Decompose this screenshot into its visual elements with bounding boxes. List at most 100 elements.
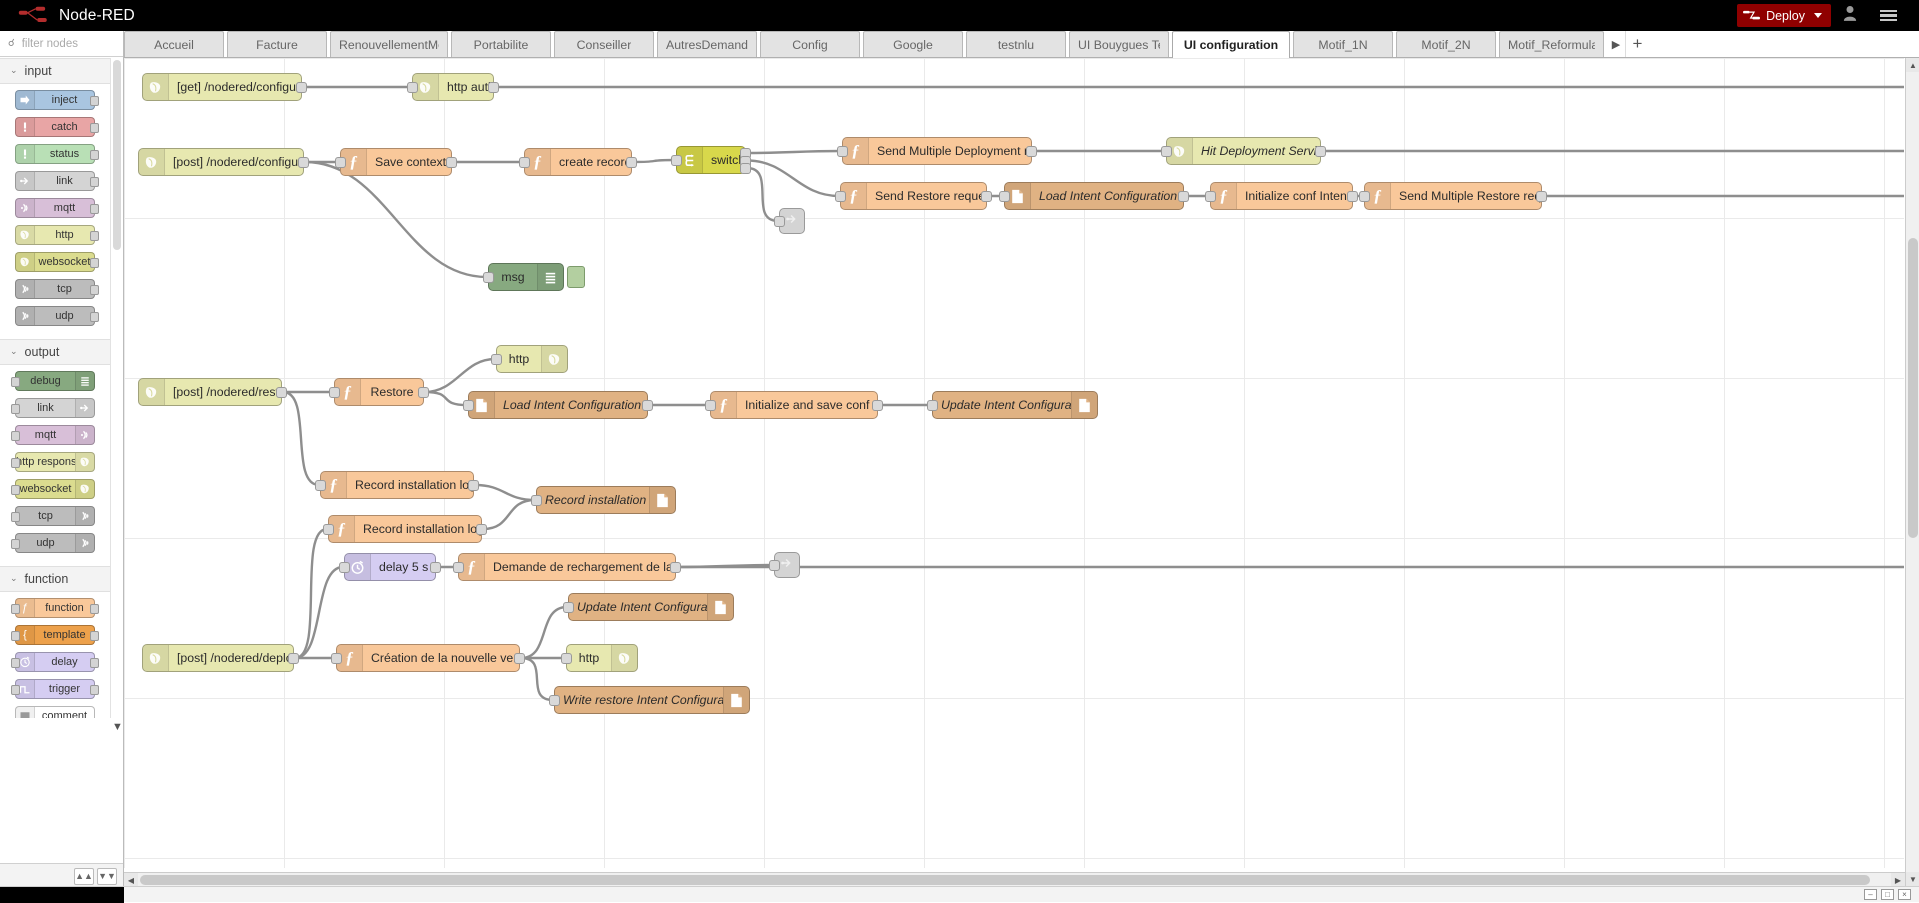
flow-node-input-port[interactable] [769, 560, 780, 571]
palette-node-udp[interactable]: udp [15, 306, 95, 326]
chevron-right-icon[interactable]: ▶ [1607, 31, 1625, 57]
flow-node-output-port[interactable] [296, 82, 307, 93]
flow-node-input-port[interactable] [531, 495, 542, 506]
collapse-all-icon[interactable]: ▲▲ [74, 868, 94, 885]
flow-node-n21[interactable]: ƒRecord installation logs [320, 471, 474, 499]
flow-tab-ui-configuration[interactable]: UI configuration [1172, 31, 1290, 58]
flow-node-n14[interactable]: msg [488, 263, 564, 291]
flow-node-n6[interactable]: switch [676, 146, 746, 174]
palette-node-delay[interactable]: delay [15, 652, 95, 672]
flow-node-input-port[interactable] [1205, 191, 1216, 202]
chevron-down-icon[interactable] [1814, 13, 1822, 18]
flow-node-output-port[interactable] [1315, 146, 1326, 157]
flow-link-node-ln1[interactable] [779, 208, 805, 234]
palette-scroll-area[interactable]: ⌄inputinjectcatchstatuslinkmqtthttpwebso… [0, 58, 110, 718]
flow-node-n28[interactable]: ƒCréation de la nouvelle version [336, 644, 520, 672]
flow-node-output-port[interactable] [430, 562, 441, 573]
flow-node-input-port[interactable] [549, 695, 560, 706]
flow-tab-config[interactable]: Config [760, 31, 860, 57]
flow-node-n2[interactable]: http auth [412, 73, 494, 101]
flow-node-n12[interactable]: ƒSend Multiple Restore request [1364, 182, 1542, 210]
palette-node-function[interactable]: ƒfunction [15, 598, 95, 618]
flow-node-input-port[interactable] [407, 82, 418, 93]
flow-node-input-port[interactable] [331, 653, 342, 664]
flow-node-input-port[interactable] [835, 191, 846, 202]
flow-node-n23[interactable]: ƒRecord installation logs [328, 515, 482, 543]
flow-node-output-port[interactable] [642, 400, 653, 411]
flow-node-n26[interactable]: Update Intent Configuration [568, 593, 734, 621]
flow-node-n8[interactable]: Hit Deployment Service [1166, 137, 1321, 165]
flow-node-n18[interactable]: Load Intent Configuration File [468, 391, 648, 419]
flow-node-input-port[interactable] [453, 562, 464, 573]
palette-node-comment[interactable]: comment [15, 706, 95, 718]
flow-node-input-port[interactable] [563, 602, 574, 613]
flow-node-input-port[interactable] [323, 524, 334, 535]
palette-node-websocket[interactable]: websocket [15, 252, 95, 272]
palette-node-websocket[interactable]: websocket [15, 479, 95, 499]
flow-node-input-port[interactable] [999, 191, 1010, 202]
add-flow-tab-button[interactable]: + [1625, 31, 1649, 57]
canvas-vertical-scrollbar[interactable]: ▲ ▼ [1905, 58, 1919, 886]
flow-node-n16[interactable]: [post] /nodered/restore [138, 378, 282, 406]
flow-canvas[interactable]: [get] /nodered/configurationhttp auth[po… [124, 58, 1904, 868]
palette-node-mqtt[interactable]: mqtt [15, 198, 95, 218]
palette-node-debug[interactable]: debug [15, 371, 95, 391]
flow-node-input-port[interactable] [339, 562, 350, 573]
flow-node-output-port[interactable] [446, 157, 457, 168]
palette-node-udp[interactable]: udp [15, 533, 95, 553]
palette-scrollbar-thumb[interactable] [113, 60, 121, 250]
palette-node-inject[interactable]: inject [15, 90, 95, 110]
flow-node-n5[interactable]: ƒcreate record [524, 148, 632, 176]
palette-node-tcp[interactable]: tcp [15, 506, 95, 526]
palette-node-http-response[interactable]: http response [15, 452, 95, 472]
palette-node-trigger[interactable]: trigger [15, 679, 95, 699]
canvas-horizontal-scrollbar[interactable]: ◀ ▶ [124, 872, 1905, 886]
flow-node-input-port[interactable] [483, 272, 494, 283]
flow-node-n20[interactable]: Update Intent Configuration [932, 391, 1098, 419]
flow-node-input-port[interactable] [1161, 146, 1172, 157]
debug-toggle-icon[interactable] [567, 266, 585, 288]
palette-node-tcp[interactable]: tcp [15, 279, 95, 299]
flow-node-output-port[interactable] [418, 387, 429, 398]
flow-node-n22[interactable]: Record installation log [536, 486, 676, 514]
flow-node-output-port[interactable] [1026, 146, 1037, 157]
flow-tab-motif_2n[interactable]: Motif_2N [1396, 31, 1496, 57]
flow-node-output-port[interactable] [276, 387, 287, 398]
flow-node-output-port[interactable] [981, 191, 992, 202]
flow-node-output-port[interactable] [288, 653, 299, 664]
flow-node-n4[interactable]: ƒSave contexte [340, 148, 452, 176]
flow-tab-portabilite[interactable]: Portabilite [451, 31, 551, 57]
flow-node-output-port[interactable] [1178, 191, 1189, 202]
main-menu-button[interactable] [1869, 0, 1907, 31]
flow-node-input-port[interactable] [927, 400, 938, 411]
flow-node-input-port[interactable] [837, 146, 848, 157]
flow-node-n11[interactable]: ƒInitialize conf Intent [1210, 182, 1353, 210]
scroll-right-icon[interactable]: ▶ [1891, 873, 1905, 887]
minimize-icon[interactable]: – [1864, 889, 1877, 900]
flow-tab-motif_1n[interactable]: Motif_1N [1293, 31, 1393, 57]
palette-category-input[interactable]: ⌄input [0, 58, 110, 84]
flow-link-node-ln2[interactable] [774, 552, 800, 578]
deploy-button[interactable]: Deploy [1737, 4, 1831, 27]
flow-node-output-port[interactable] [670, 562, 681, 573]
flow-tab-renouvellementmobile[interactable]: RenouvellementMobile [330, 31, 448, 57]
flow-node-input-port[interactable] [491, 354, 502, 365]
scroll-up-icon[interactable]: ▲ [1906, 58, 1919, 72]
filter-nodes-input[interactable] [20, 37, 110, 51]
flow-node-output-port[interactable] [298, 157, 309, 168]
flow-node-input-port[interactable] [329, 387, 340, 398]
flow-node-output-port[interactable] [468, 480, 479, 491]
flow-node-input-port[interactable] [561, 653, 572, 664]
flow-node-input-port[interactable] [1359, 191, 1370, 202]
flow-node-output-port[interactable] [1347, 191, 1358, 202]
scroll-left-icon[interactable]: ◀ [124, 873, 138, 887]
flow-tab-motif_reformulation[interactable]: Motif_Reformulation [1499, 31, 1604, 57]
palette-node-link[interactable]: link [15, 398, 95, 418]
flow-tab-testnlu[interactable]: testnlu [966, 31, 1066, 57]
flow-node-input-port[interactable] [774, 216, 785, 227]
scroll-down-icon[interactable]: ▼ [1906, 872, 1919, 886]
user-menu-button[interactable] [1831, 0, 1869, 31]
palette-scrollbar[interactable] [110, 58, 123, 718]
flow-node-output-port[interactable] [1536, 191, 1547, 202]
flow-node-n9[interactable]: ƒSend Restore request [840, 182, 987, 210]
